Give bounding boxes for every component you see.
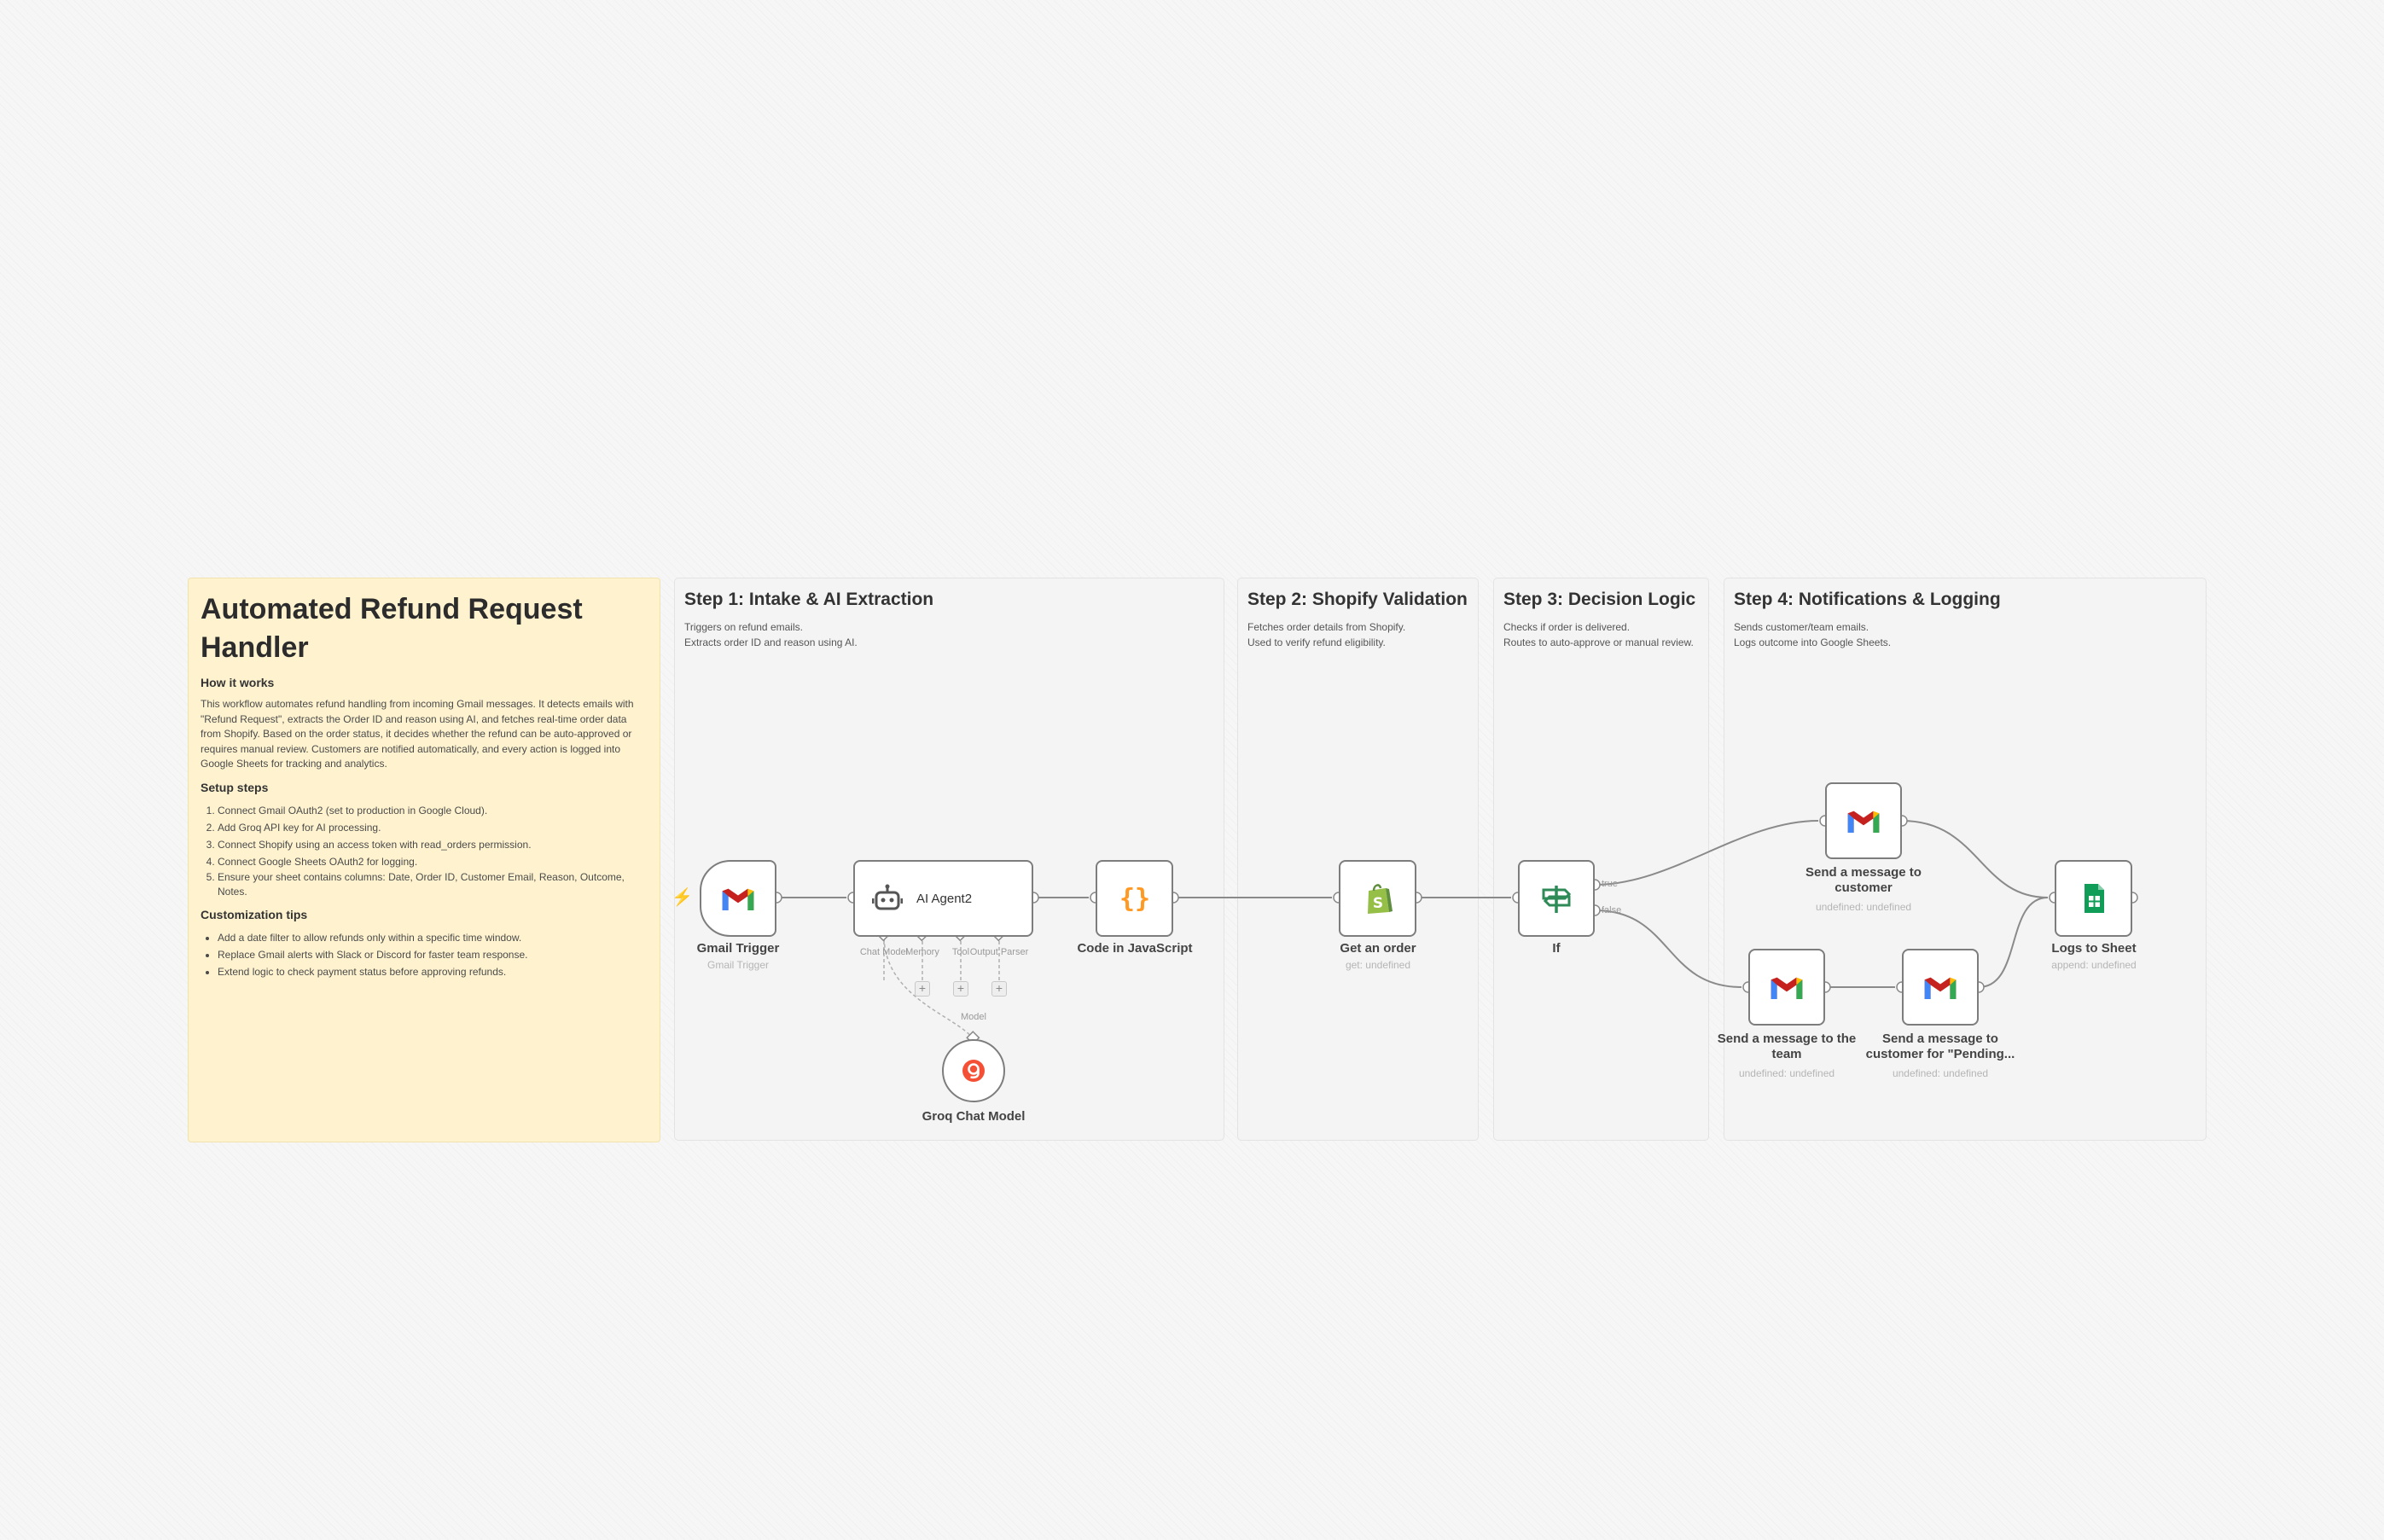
node-label: Gmail Trigger: [696, 941, 780, 956]
customization-tip: Extend logic to check payment status bef…: [218, 963, 648, 980]
customization-tip: Replace Gmail alerts with Slack or Disco…: [218, 946, 648, 963]
add-tool-button[interactable]: +: [953, 981, 968, 997]
section-description: Checks if order is delivered. Routes to …: [1503, 621, 1694, 648]
section-description: Fetches order details from Shopify. Used…: [1247, 621, 1406, 648]
groq-icon: [956, 1053, 991, 1089]
node-ai-agent[interactable]: AI Agent2: [853, 860, 1033, 937]
section-step-2[interactable]: Step 2: Shopify Validation Fetches order…: [1237, 578, 1479, 1141]
setup-step: Connect Shopify using an access token wi…: [218, 836, 648, 853]
node-gmail-trigger[interactable]: [700, 860, 776, 937]
node-send-message-customer[interactable]: [1825, 782, 1902, 859]
node-label-line: Send a message to: [1882, 1032, 1998, 1046]
node-label-line: Send a message to the: [1717, 1032, 1857, 1046]
setup-step: Connect Google Sheets OAuth2 for logging…: [218, 853, 648, 870]
setup-step: Ensure your sheet contains columns: Date…: [218, 870, 648, 899]
customization-tip: Add a date filter to allow refunds only …: [218, 929, 648, 946]
node-label-line: team: [1771, 1047, 1802, 1061]
sticky-note-overview[interactable]: Automated Refund Request Handler How it …: [188, 578, 660, 1142]
svg-text:{}: {}: [1119, 884, 1149, 914]
robot-icon: [872, 883, 903, 914]
google-sheets-icon: [2076, 880, 2112, 916]
node-shopify-get-order[interactable]: S: [1339, 860, 1416, 937]
signpost-icon: [1538, 880, 1574, 916]
node-subtitle: undefined: undefined: [1738, 1067, 1835, 1079]
code-braces-icon: {}: [1117, 880, 1153, 916]
add-output-parser-button[interactable]: +: [991, 981, 1007, 997]
section-title: Step 1: Intake & AI Extraction: [684, 590, 934, 609]
gmail-icon: [1922, 969, 1958, 1005]
node-subtitle: undefined: undefined: [1815, 901, 1912, 913]
how-it-works-text: This workflow automates refund handling …: [201, 698, 634, 770]
section-description: Triggers on refund emails. Extracts orde…: [684, 621, 858, 648]
workflow-canvas[interactable]: Automated Refund Request Handler How it …: [0, 0, 2384, 1540]
node-send-message-team[interactable]: [1748, 949, 1825, 1026]
node-label: If: [1552, 941, 1561, 956]
node-label-line: Send a message to: [1805, 865, 1922, 880]
node-code-javascript[interactable]: {}: [1096, 860, 1173, 937]
port-label-memory: Memory: [905, 947, 939, 957]
branch-label-true: true: [1602, 879, 1618, 889]
node-label: Send a message to customer for "Pending.…: [1864, 1032, 2017, 1062]
setup-step: Connect Gmail OAuth2 (set to production …: [218, 802, 648, 819]
how-it-works-heading: How it works: [201, 676, 275, 689]
node-subtitle: undefined: undefined: [1892, 1067, 1989, 1079]
shopify-icon: S: [1360, 880, 1396, 916]
gmail-icon: [1846, 803, 1881, 839]
workflow-title: Automated Refund Request Handler: [201, 593, 583, 664]
add-chat-model-button[interactable]: +: [915, 981, 930, 997]
gmail-icon: [1769, 969, 1805, 1005]
node-label: Get an order: [1340, 941, 1416, 956]
section-description: Sends customer/team emails. Logs outcome…: [1734, 621, 1892, 648]
node-subtitle: append: undefined: [2051, 959, 2137, 971]
node-label: Code in JavaScript: [1077, 941, 1193, 956]
setup-steps-heading: Setup steps: [201, 780, 269, 794]
node-if[interactable]: [1518, 860, 1595, 937]
section-title: Step 4: Notifications & Logging: [1734, 590, 2001, 609]
setup-steps-list: Connect Gmail OAuth2 (set to production …: [201, 802, 648, 899]
customization-tips-heading: Customization tips: [201, 907, 308, 921]
svg-text:S: S: [1372, 895, 1382, 912]
gmail-icon: [720, 880, 756, 916]
section-step-3[interactable]: Step 3: Decision Logic Checks if order i…: [1493, 578, 1709, 1141]
trigger-bolt-icon: ⚡: [672, 888, 693, 907]
node-label: AI Agent2: [916, 891, 973, 906]
port-label-output-parser: Output Parser: [969, 947, 1029, 957]
node-label: Send a message to customer: [1787, 865, 1940, 896]
node-label-line: customer for "Pending...: [1865, 1047, 2015, 1061]
node-subtitle: get: undefined: [1345, 959, 1411, 971]
node-label: Send a message to the team: [1710, 1032, 1864, 1062]
node-groq-chat-model[interactable]: [942, 1039, 1005, 1102]
node-label: Logs to Sheet: [2051, 941, 2137, 956]
section-title: Step 3: Decision Logic: [1503, 590, 1696, 609]
port-label-model: Model: [961, 1012, 986, 1022]
node-label: Groq Chat Model: [922, 1109, 1026, 1124]
branch-label-false: false: [1602, 905, 1622, 915]
node-send-message-pending[interactable]: [1902, 949, 1979, 1026]
node-label-line: customer: [1835, 880, 1893, 895]
customization-tips-list: Add a date filter to allow refunds only …: [201, 929, 648, 980]
setup-step: Add Groq API key for AI processing.: [218, 819, 648, 836]
node-logs-to-sheet[interactable]: [2055, 860, 2132, 937]
section-title: Step 2: Shopify Validation: [1247, 590, 1468, 609]
node-subtitle: Gmail Trigger: [706, 959, 770, 971]
